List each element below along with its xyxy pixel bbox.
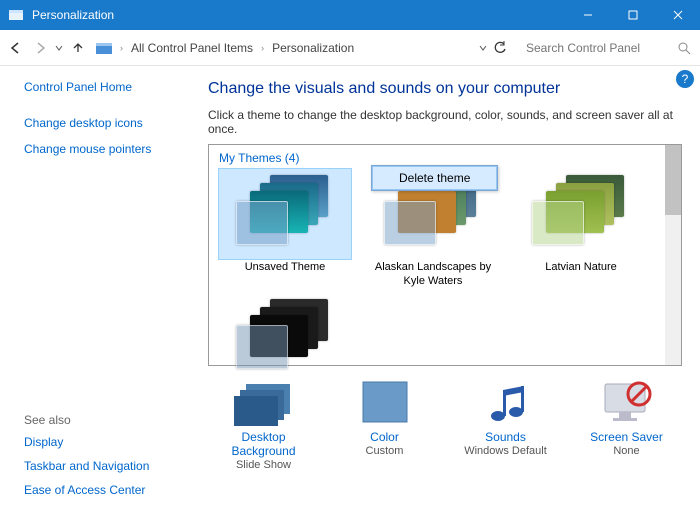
help-icon[interactable]: ? (676, 70, 694, 88)
settings-row: Desktop Background Slide Show Color Cust… (208, 378, 682, 471)
sidebar-link-desktop-icons[interactable]: Change desktop icons (24, 116, 192, 130)
maximize-button[interactable] (610, 0, 655, 30)
page-subtitle: Click a theme to change the desktop back… (208, 108, 682, 136)
sounds-icon (472, 378, 540, 426)
back-button[interactable] (4, 36, 28, 60)
context-delete-theme[interactable]: Delete theme (372, 166, 497, 190)
up-button[interactable] (66, 36, 90, 60)
seealso-taskbar[interactable]: Taskbar and Navigation (24, 459, 192, 473)
chevron-right-icon: › (120, 43, 123, 53)
address-dropdown[interactable] (476, 43, 490, 53)
setting-label: Desktop Background (209, 430, 319, 458)
color-icon (351, 378, 419, 426)
desktop-background-icon (230, 378, 298, 426)
theme-label: Unsaved Theme (219, 261, 351, 287)
page-heading: Change the visuals and sounds on your co… (208, 80, 682, 98)
theme-label: Latvian Nature (515, 261, 647, 287)
screen-saver-link[interactable]: Screen Saver None (572, 378, 682, 471)
theme-label: Alaskan Landscapes by Kyle Waters (367, 261, 499, 289)
sidebar: Control Panel Home Change desktop icons … (0, 66, 200, 515)
theme-item[interactable]: Alaskan Landscapes by Kyle Waters Delete… (367, 169, 499, 289)
screen-saver-icon (593, 378, 661, 426)
chevron-right-icon: › (261, 43, 264, 53)
setting-value: Slide Show (209, 459, 319, 471)
window-title: Personalization (32, 8, 114, 22)
refresh-button[interactable] (490, 41, 510, 55)
navbar: › All Control Panel Items › Personalizat… (0, 30, 700, 66)
themes-panel: My Themes (4) Unsaved Theme (208, 144, 682, 366)
breadcrumb-root[interactable]: All Control Panel Items (127, 39, 257, 57)
sounds-link[interactable]: Sounds Windows Default (451, 378, 561, 471)
setting-label: Color (330, 430, 440, 444)
search-icon (672, 36, 696, 60)
themes-header: My Themes (4) (219, 151, 671, 165)
scrollbar-thumb[interactable] (665, 145, 681, 215)
sidebar-link-mouse-pointers[interactable]: Change mouse pointers (24, 142, 192, 156)
setting-label: Sounds (451, 430, 561, 444)
setting-label: Screen Saver (572, 430, 682, 444)
breadcrumb-current[interactable]: Personalization (268, 39, 358, 57)
theme-item[interactable]: Unsaved Theme (219, 169, 351, 289)
forward-button[interactable] (28, 36, 52, 60)
sidebar-home[interactable]: Control Panel Home (24, 80, 192, 94)
color-link[interactable]: Color Custom (330, 378, 440, 471)
setting-value: None (572, 445, 682, 457)
breadcrumb: › All Control Panel Items › Personalizat… (120, 39, 358, 57)
theme-item[interactable]: Latvian Nature (515, 169, 647, 289)
location-icon (94, 38, 114, 58)
close-button[interactable] (655, 0, 700, 30)
context-menu: Delete theme (371, 165, 498, 191)
setting-value: Custom (330, 445, 440, 457)
seealso-label: See also (24, 413, 192, 427)
search-input[interactable] (522, 39, 672, 57)
seealso-display[interactable]: Display (24, 435, 192, 449)
history-dropdown[interactable] (52, 44, 66, 52)
titlebar: Personalization (0, 0, 700, 30)
desktop-background-link[interactable]: Desktop Background Slide Show (209, 378, 319, 471)
theme-item[interactable] (219, 293, 351, 369)
setting-value: Windows Default (451, 445, 561, 457)
app-icon (8, 7, 24, 23)
minimize-button[interactable] (565, 0, 610, 30)
seealso-ease-of-access[interactable]: Ease of Access Center (24, 483, 192, 497)
main-content: ? Change the visuals and sounds on your … (200, 66, 700, 515)
